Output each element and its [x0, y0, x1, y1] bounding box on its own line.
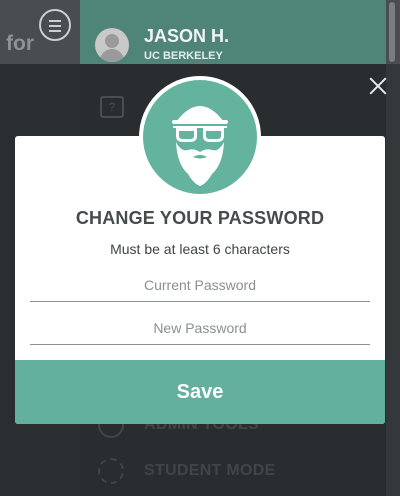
hamburger-menu-icon[interactable] [39, 9, 71, 41]
user-name: JASON H. [144, 26, 230, 46]
close-icon[interactable] [366, 74, 390, 98]
current-password-input[interactable] [30, 268, 370, 302]
avatar[interactable] [95, 28, 129, 62]
logo-text: for [6, 32, 34, 55]
scrollbar-thumb[interactable] [389, 2, 395, 62]
user-school: UC BERKELEY [144, 50, 223, 62]
save-button[interactable]: Save [15, 360, 385, 424]
dialog-title: CHANGE YOUR PASSWORD [75, 208, 325, 228]
dialog-subtitle: Must be at least 6 characters [110, 241, 290, 257]
new-password-input[interactable] [30, 311, 370, 345]
bearded-face-sunglasses-icon [143, 80, 257, 194]
